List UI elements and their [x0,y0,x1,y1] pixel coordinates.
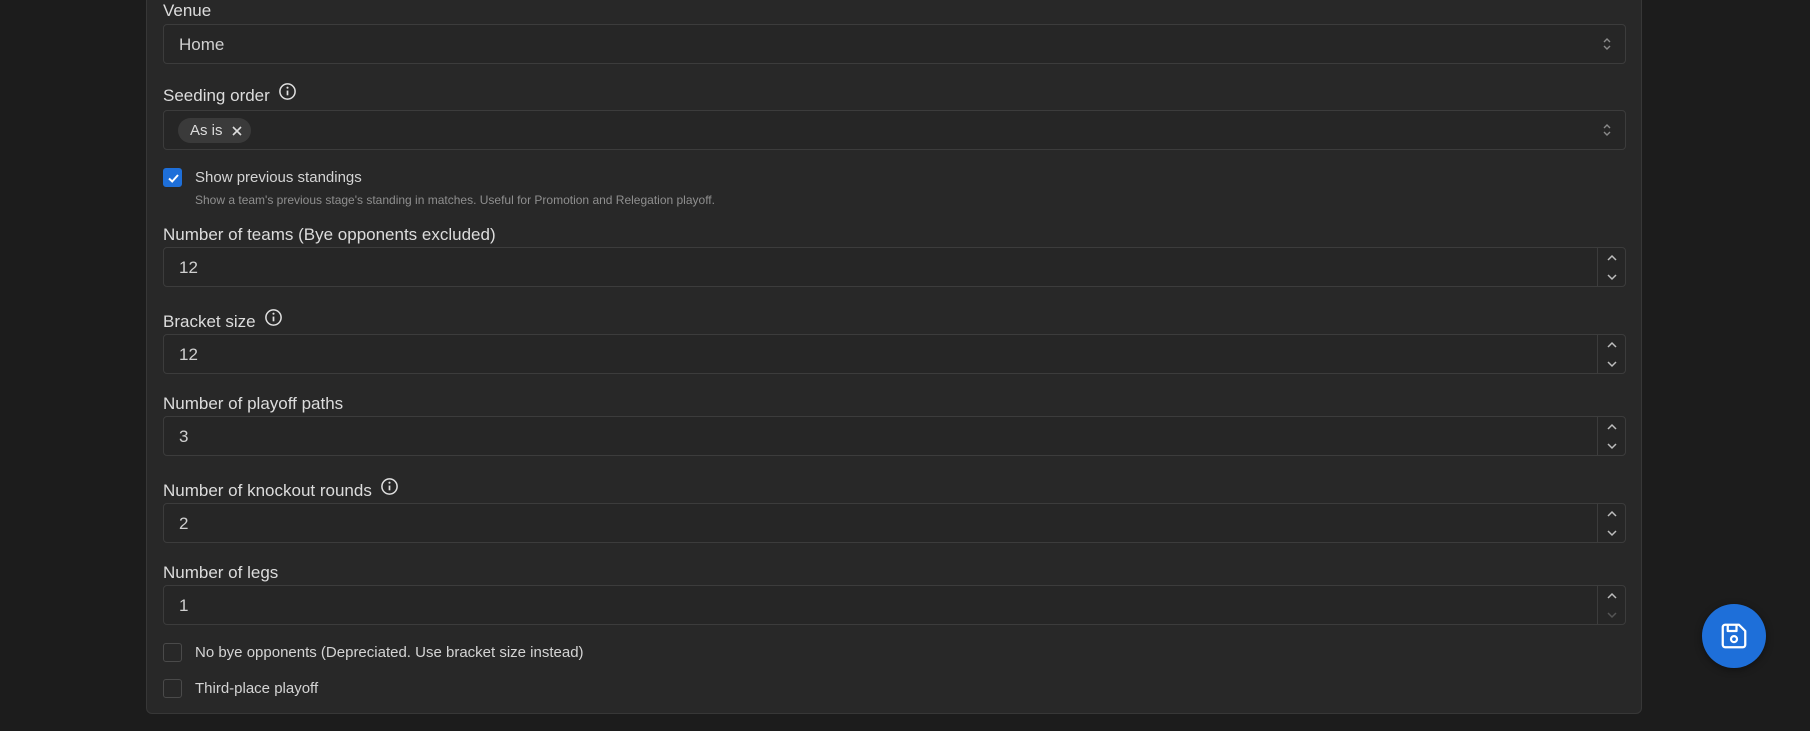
chevron-up-icon[interactable] [1598,586,1625,605]
knockout-rounds-label: Number of knockout rounds [163,477,399,501]
seeding-order-label: Seeding order [163,82,297,106]
close-icon[interactable] [231,125,243,137]
check-icon [168,174,179,183]
chevron-up-icon[interactable] [1598,417,1625,436]
playoff-paths-input[interactable]: 3 [163,416,1626,456]
knockout-rounds-value: 2 [179,514,189,533]
seeding-chip-label: As is [190,122,223,139]
number-of-teams-input[interactable]: 12 [163,247,1626,287]
chevron-down-icon[interactable] [1598,605,1625,624]
no-bye-opponents-label: No bye opponents (Depreciated. Use brack… [195,644,584,661]
knockout-rounds-stepper [1597,504,1625,542]
chevron-down-icon[interactable] [1598,523,1625,542]
chevron-up-icon[interactable] [1598,504,1625,523]
bracket-size-stepper [1597,335,1625,373]
save-button[interactable] [1702,604,1766,668]
info-icon[interactable] [278,82,297,101]
chevron-down-icon[interactable] [1598,436,1625,455]
legs-label: Number of legs [163,563,279,582]
floppy-disk-icon [1721,623,1747,649]
playoff-paths-value: 3 [179,427,189,446]
bracket-size-input[interactable]: 12 [163,334,1626,374]
show-previous-standings-description: Show a team's previous stage's standing … [195,193,715,207]
knockout-rounds-input[interactable]: 2 [163,503,1626,543]
playoff-paths-stepper [1597,417,1625,455]
number-of-teams-value: 12 [179,258,198,277]
third-place-playoff-label: Third-place playoff [195,680,319,697]
seeding-order-select[interactable]: As is [163,110,1626,150]
legs-input[interactable]: 1 [163,585,1626,625]
info-icon[interactable] [380,477,399,496]
info-icon[interactable] [264,308,283,327]
legs-value: 1 [179,596,189,615]
venue-select[interactable]: Home [163,24,1626,64]
chevron-up-down-icon [1603,124,1611,136]
seeding-chip: As is [178,118,251,143]
bracket-size-value: 12 [179,345,198,364]
show-previous-standings-label: Show previous standings [195,169,362,186]
third-place-playoff-checkbox[interactable] [163,679,182,698]
chevron-up-icon[interactable] [1598,335,1625,354]
playoff-paths-label: Number of playoff paths [163,394,344,413]
number-of-teams-label: Number of teams (Bye opponents excluded) [163,225,496,244]
no-bye-opponents-checkbox[interactable] [163,643,182,662]
chevron-down-icon[interactable] [1598,354,1625,373]
chevron-down-icon[interactable] [1598,267,1625,286]
venue-label: Venue [163,1,212,20]
venue-value: Home [179,35,225,54]
number-of-teams-stepper [1597,248,1625,286]
show-previous-standings-checkbox[interactable] [163,168,182,187]
chevron-up-down-icon [1603,38,1611,50]
bracket-size-label: Bracket size [163,308,283,332]
chevron-up-icon[interactable] [1598,248,1625,267]
legs-stepper [1597,586,1625,624]
